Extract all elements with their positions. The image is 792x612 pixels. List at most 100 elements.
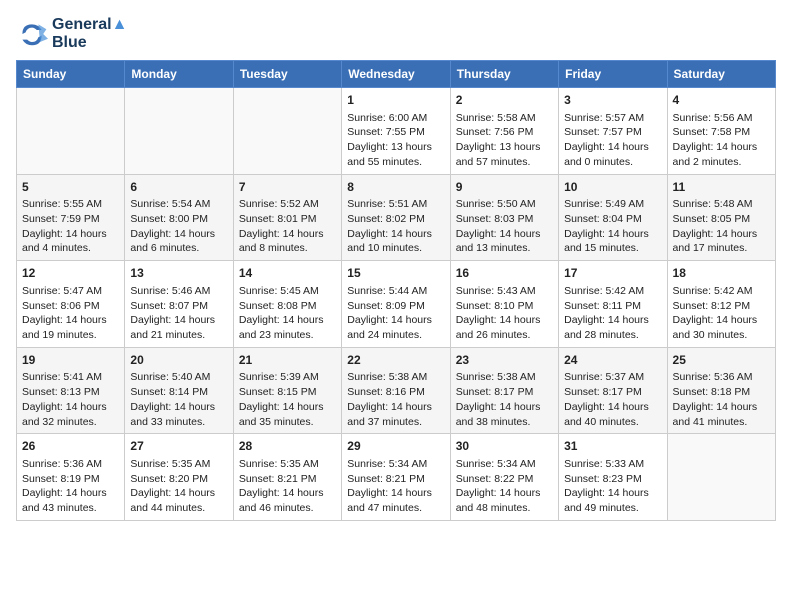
day-info-line: Sunrise: 5:43 AM	[456, 284, 553, 299]
calendar-cell: 8Sunrise: 5:51 AMSunset: 8:02 PMDaylight…	[342, 174, 450, 261]
day-info-line: Daylight: 13 hours	[456, 140, 553, 155]
day-info-line: Sunrise: 5:35 AM	[130, 457, 227, 472]
day-number: 28	[239, 438, 336, 455]
calendar-cell: 17Sunrise: 5:42 AMSunset: 8:11 PMDayligh…	[559, 261, 667, 348]
calendar-cell: 31Sunrise: 5:33 AMSunset: 8:23 PMDayligh…	[559, 434, 667, 521]
day-info-line: and 57 minutes.	[456, 155, 553, 170]
day-header-tuesday: Tuesday	[233, 61, 341, 88]
day-info-line: Sunset: 8:13 PM	[22, 385, 119, 400]
day-number: 1	[347, 92, 444, 109]
calendar-cell: 25Sunrise: 5:36 AMSunset: 8:18 PMDayligh…	[667, 347, 775, 434]
calendar-cell: 3Sunrise: 5:57 AMSunset: 7:57 PMDaylight…	[559, 88, 667, 175]
day-info-line: Sunrise: 5:50 AM	[456, 197, 553, 212]
day-info-line: and 19 minutes.	[22, 328, 119, 343]
calendar-cell: 30Sunrise: 5:34 AMSunset: 8:22 PMDayligh…	[450, 434, 558, 521]
calendar-cell	[17, 88, 125, 175]
day-number: 24	[564, 352, 661, 369]
day-info-line: Sunrise: 5:41 AM	[22, 370, 119, 385]
day-info-line: and 40 minutes.	[564, 415, 661, 430]
day-info-line: and 47 minutes.	[347, 501, 444, 516]
calendar-cell: 22Sunrise: 5:38 AMSunset: 8:16 PMDayligh…	[342, 347, 450, 434]
calendar-cell: 1Sunrise: 6:00 AMSunset: 7:55 PMDaylight…	[342, 88, 450, 175]
calendar-cell: 5Sunrise: 5:55 AMSunset: 7:59 PMDaylight…	[17, 174, 125, 261]
day-info-line: Sunset: 8:05 PM	[673, 212, 770, 227]
day-info-line: Daylight: 14 hours	[456, 486, 553, 501]
calendar-cell: 2Sunrise: 5:58 AMSunset: 7:56 PMDaylight…	[450, 88, 558, 175]
calendar-cell	[233, 88, 341, 175]
day-info-line: Sunrise: 5:42 AM	[673, 284, 770, 299]
day-header-sunday: Sunday	[17, 61, 125, 88]
calendar-cell: 21Sunrise: 5:39 AMSunset: 8:15 PMDayligh…	[233, 347, 341, 434]
day-info-line: Sunrise: 5:48 AM	[673, 197, 770, 212]
calendar-cell	[125, 88, 233, 175]
day-info-line: and 43 minutes.	[22, 501, 119, 516]
day-info-line: Sunset: 8:17 PM	[456, 385, 553, 400]
day-info-line: Sunrise: 5:35 AM	[239, 457, 336, 472]
day-info-line: Daylight: 14 hours	[347, 400, 444, 415]
day-info-line: Sunrise: 5:44 AM	[347, 284, 444, 299]
day-info-line: Sunrise: 5:45 AM	[239, 284, 336, 299]
calendar-cell: 13Sunrise: 5:46 AMSunset: 8:07 PMDayligh…	[125, 261, 233, 348]
calendar-header-row: SundayMondayTuesdayWednesdayThursdayFrid…	[17, 61, 776, 88]
day-number: 18	[673, 265, 770, 282]
day-info-line: Sunrise: 5:34 AM	[456, 457, 553, 472]
day-info-line: and 24 minutes.	[347, 328, 444, 343]
day-info-line: Sunset: 7:55 PM	[347, 125, 444, 140]
day-info-line: Sunset: 7:57 PM	[564, 125, 661, 140]
calendar-cell: 27Sunrise: 5:35 AMSunset: 8:20 PMDayligh…	[125, 434, 233, 521]
day-number: 23	[456, 352, 553, 369]
page-header: General▲ Blue	[16, 16, 776, 52]
day-header-wednesday: Wednesday	[342, 61, 450, 88]
calendar-cell: 29Sunrise: 5:34 AMSunset: 8:21 PMDayligh…	[342, 434, 450, 521]
logo-text: General▲ Blue	[52, 16, 127, 52]
week-row-4: 19Sunrise: 5:41 AMSunset: 8:13 PMDayligh…	[17, 347, 776, 434]
day-info-line: Sunset: 7:58 PM	[673, 125, 770, 140]
day-info-line: Daylight: 14 hours	[22, 486, 119, 501]
calendar-cell: 20Sunrise: 5:40 AMSunset: 8:14 PMDayligh…	[125, 347, 233, 434]
day-info-line: and 32 minutes.	[22, 415, 119, 430]
day-header-thursday: Thursday	[450, 61, 558, 88]
day-info-line: Sunrise: 5:36 AM	[22, 457, 119, 472]
calendar-cell: 18Sunrise: 5:42 AMSunset: 8:12 PMDayligh…	[667, 261, 775, 348]
logo-icon	[16, 18, 48, 50]
day-info-line: Sunset: 8:10 PM	[456, 299, 553, 314]
day-info-line: Sunset: 8:04 PM	[564, 212, 661, 227]
day-info-line: and 13 minutes.	[456, 241, 553, 256]
day-number: 16	[456, 265, 553, 282]
day-info-line: Sunrise: 5:47 AM	[22, 284, 119, 299]
day-number: 7	[239, 179, 336, 196]
day-info-line: Sunrise: 5:52 AM	[239, 197, 336, 212]
day-number: 17	[564, 265, 661, 282]
day-info-line: Sunset: 8:16 PM	[347, 385, 444, 400]
day-info-line: Sunrise: 5:56 AM	[673, 111, 770, 126]
day-info-line: Daylight: 14 hours	[130, 313, 227, 328]
day-info-line: Sunrise: 5:55 AM	[22, 197, 119, 212]
calendar-cell: 9Sunrise: 5:50 AMSunset: 8:03 PMDaylight…	[450, 174, 558, 261]
day-info-line: Sunset: 8:17 PM	[564, 385, 661, 400]
day-info-line: and 15 minutes.	[564, 241, 661, 256]
day-info-line: Daylight: 14 hours	[130, 227, 227, 242]
day-number: 13	[130, 265, 227, 282]
day-number: 27	[130, 438, 227, 455]
day-number: 22	[347, 352, 444, 369]
day-info-line: and 37 minutes.	[347, 415, 444, 430]
day-info-line: and 48 minutes.	[456, 501, 553, 516]
day-info-line: Daylight: 14 hours	[564, 227, 661, 242]
day-info-line: Sunset: 8:06 PM	[22, 299, 119, 314]
day-info-line: Sunrise: 5:38 AM	[347, 370, 444, 385]
day-number: 5	[22, 179, 119, 196]
day-info-line: Daylight: 14 hours	[239, 486, 336, 501]
day-info-line: Sunset: 8:11 PM	[564, 299, 661, 314]
day-info-line: Sunrise: 5:57 AM	[564, 111, 661, 126]
day-info-line: Sunrise: 5:42 AM	[564, 284, 661, 299]
day-number: 30	[456, 438, 553, 455]
day-info-line: Sunrise: 5:36 AM	[673, 370, 770, 385]
calendar-cell: 12Sunrise: 5:47 AMSunset: 8:06 PMDayligh…	[17, 261, 125, 348]
day-info-line: Sunrise: 5:34 AM	[347, 457, 444, 472]
day-info-line: Daylight: 14 hours	[456, 400, 553, 415]
day-number: 26	[22, 438, 119, 455]
day-info-line: Sunset: 8:21 PM	[239, 472, 336, 487]
day-info-line: and 6 minutes.	[130, 241, 227, 256]
day-number: 31	[564, 438, 661, 455]
day-info-line: Daylight: 14 hours	[22, 227, 119, 242]
